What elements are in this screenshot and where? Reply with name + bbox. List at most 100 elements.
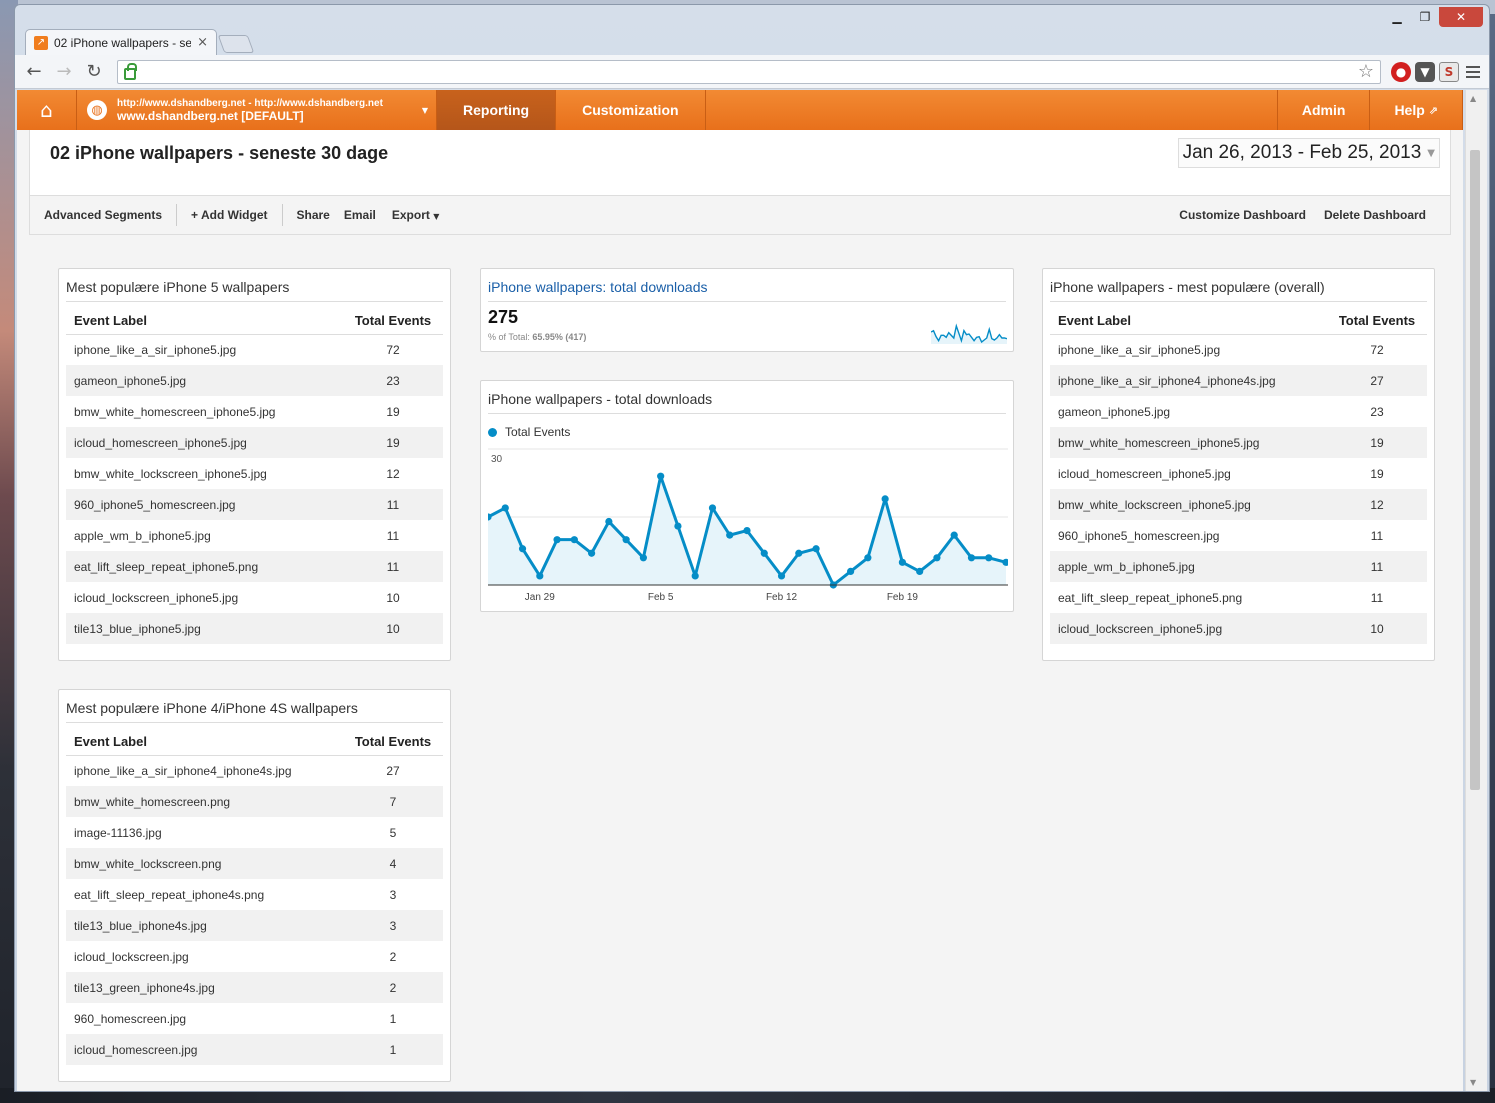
event-label-cell[interactable]: tile13_blue_iphone4s.jpg xyxy=(66,910,343,941)
event-label-cell[interactable]: tile13_green_iphone4s.jpg xyxy=(66,972,343,1003)
event-label-cell[interactable]: 960_iphone5_homescreen.jpg xyxy=(1050,520,1327,551)
pocket-extension-icon[interactable]: ▼ xyxy=(1415,61,1435,82)
event-label-cell[interactable]: bmw_white_homescreen.png xyxy=(66,786,343,817)
event-label-cell[interactable]: bmw_white_lockscreen_iphone5.jpg xyxy=(66,458,343,489)
table-row[interactable]: tile13_blue_iphone5.jpg 10 xyxy=(66,613,443,644)
table-row[interactable]: icloud_homescreen_iphone5.jpg 19 xyxy=(66,427,443,458)
table-row[interactable]: icloud_lockscreen_iphone5.jpg 10 xyxy=(66,582,443,613)
table-row[interactable]: gameon_iphone5.jpg 23 xyxy=(66,365,443,396)
table-row[interactable]: iphone_like_a_sir_iphone4_iphone4s.jpg 27 xyxy=(1050,365,1427,396)
column-header-label[interactable]: Event Label xyxy=(66,308,343,334)
table-row[interactable]: icloud_lockscreen_iphone5.jpg 10 xyxy=(1050,613,1427,644)
stop-extension-icon[interactable]: ● xyxy=(1391,61,1411,82)
scroll-up-icon[interactable]: ▲ xyxy=(1470,94,1476,103)
table-row[interactable]: eat_lift_sleep_repeat_iphone5.png 11 xyxy=(1050,582,1427,613)
table-row[interactable]: iphone_like_a_sir_iphone5.jpg 72 xyxy=(66,334,443,365)
forward-icon[interactable]: → xyxy=(51,59,77,85)
event-label-cell[interactable]: icloud_lockscreen_iphone5.jpg xyxy=(1050,613,1327,644)
maximize-icon[interactable]: ❐ xyxy=(1411,7,1439,27)
event-label-cell[interactable]: iphone_like_a_sir_iphone4_iphone4s.jpg xyxy=(66,755,343,786)
table-row[interactable]: icloud_lockscreen.jpg 2 xyxy=(66,941,443,972)
email-button[interactable]: Email xyxy=(336,208,384,222)
event-label-cell[interactable]: icloud_lockscreen.jpg xyxy=(66,941,343,972)
table-row[interactable]: apple_wm_b_iphone5.jpg 11 xyxy=(66,520,443,551)
event-label-cell[interactable]: icloud_homescreen.jpg xyxy=(66,1034,343,1065)
tab-admin[interactable]: Admin xyxy=(1278,90,1371,130)
event-label-cell[interactable]: gameon_iphone5.jpg xyxy=(1050,396,1327,427)
widget-title[interactable]: Mest populære iPhone 5 wallpapers xyxy=(66,269,443,302)
share-button[interactable]: Share xyxy=(283,208,336,222)
table-row[interactable]: bmw_white_homescreen_iphone5.jpg 19 xyxy=(1050,427,1427,458)
bookmark-star-icon[interactable]: ☆ xyxy=(1358,61,1374,82)
s-extension-icon[interactable]: S xyxy=(1439,61,1459,82)
scroll-down-icon[interactable]: ▼ xyxy=(1470,1078,1476,1087)
scroll-thumb[interactable] xyxy=(1470,150,1480,790)
table-row[interactable]: bmw_white_lockscreen_iphone5.jpg 12 xyxy=(66,458,443,489)
event-label-cell[interactable]: 960_homescreen.jpg xyxy=(66,1003,343,1034)
table-row[interactable]: gameon_iphone5.jpg 23 xyxy=(1050,396,1427,427)
home-button[interactable]: ⌂ xyxy=(17,90,77,130)
table-row[interactable]: 960_iphone5_homescreen.jpg 11 xyxy=(1050,520,1427,551)
widget-title[interactable]: Mest populære iPhone 4/iPhone 4S wallpap… xyxy=(66,690,443,723)
column-header-value[interactable]: Total Events xyxy=(1327,308,1427,334)
table-row[interactable]: bmw_white_homescreen_iphone5.jpg 19 xyxy=(66,396,443,427)
event-label-cell[interactable]: 960_iphone5_homescreen.jpg xyxy=(66,489,343,520)
event-label-cell[interactable]: bmw_white_homescreen_iphone5.jpg xyxy=(66,396,343,427)
browser-tab[interactable]: ↗ 02 iPhone wallpapers - sen × xyxy=(25,29,217,55)
table-row[interactable]: bmw_white_lockscreen.png 4 xyxy=(66,848,443,879)
reload-icon[interactable]: ↻ xyxy=(81,59,107,85)
table-row[interactable]: icloud_homescreen.jpg 1 xyxy=(66,1034,443,1065)
event-label-cell[interactable]: iphone_like_a_sir_iphone4_iphone4s.jpg xyxy=(1050,365,1327,396)
vertical-scrollbar[interactable]: ▲ ▼ xyxy=(1465,90,1487,1091)
event-label-cell[interactable]: gameon_iphone5.jpg xyxy=(66,365,343,396)
event-label-cell[interactable]: iphone_like_a_sir_iphone5.jpg xyxy=(1050,334,1327,365)
column-header-value[interactable]: Total Events xyxy=(343,729,443,755)
table-row[interactable]: eat_lift_sleep_repeat_iphone5.png 11 xyxy=(66,551,443,582)
event-label-cell[interactable]: icloud_lockscreen_iphone5.jpg xyxy=(66,582,343,613)
window-close-icon[interactable]: ✕ xyxy=(1439,7,1483,27)
widget-title[interactable]: iPhone wallpapers - total downloads xyxy=(488,381,1006,414)
table-row[interactable]: iphone_like_a_sir_iphone5.jpg 72 xyxy=(1050,334,1427,365)
event-label-cell[interactable]: bmw_white_lockscreen_iphone5.jpg xyxy=(1050,489,1327,520)
delete-dashboard-button[interactable]: Delete Dashboard xyxy=(1315,208,1450,222)
event-label-cell[interactable]: bmw_white_lockscreen.png xyxy=(66,848,343,879)
event-label-cell[interactable]: eat_lift_sleep_repeat_iphone5.png xyxy=(1050,582,1327,613)
event-label-cell[interactable]: iphone_like_a_sir_iphone5.jpg xyxy=(66,334,343,365)
table-row[interactable]: tile13_blue_iphone4s.jpg 3 xyxy=(66,910,443,941)
table-row[interactable]: 960_iphone5_homescreen.jpg 11 xyxy=(66,489,443,520)
table-row[interactable]: 960_homescreen.jpg 1 xyxy=(66,1003,443,1034)
table-row[interactable]: icloud_homescreen_iphone5.jpg 19 xyxy=(1050,458,1427,489)
table-row[interactable]: bmw_white_homescreen.png 7 xyxy=(66,786,443,817)
address-bar[interactable]: ☆ xyxy=(117,59,1381,84)
profile-selector[interactable]: ◍ http://www.dshandberg.net - http://www… xyxy=(77,90,437,130)
widget-title[interactable]: iPhone wallpapers - mest populære (overa… xyxy=(1050,269,1427,302)
event-label-cell[interactable]: eat_lift_sleep_repeat_iphone5.png xyxy=(66,551,343,582)
column-header-label[interactable]: Event Label xyxy=(1050,308,1327,334)
event-label-cell[interactable]: tile13_blue_iphone5.jpg xyxy=(66,613,343,644)
table-row[interactable]: tile13_green_iphone4s.jpg 2 xyxy=(66,972,443,1003)
column-header-value[interactable]: Total Events xyxy=(343,308,443,334)
column-header-label[interactable]: Event Label xyxy=(66,729,343,755)
event-label-cell[interactable]: apple_wm_b_iphone5.jpg xyxy=(66,520,343,551)
event-label-cell[interactable]: icloud_homescreen_iphone5.jpg xyxy=(1050,458,1327,489)
table-row[interactable]: bmw_white_lockscreen_iphone5.jpg 12 xyxy=(1050,489,1427,520)
event-label-cell[interactable]: bmw_white_homescreen_iphone5.jpg xyxy=(1050,427,1327,458)
tab-reporting[interactable]: Reporting xyxy=(437,90,557,130)
event-label-cell[interactable]: icloud_homescreen_iphone5.jpg xyxy=(66,427,343,458)
event-label-cell[interactable]: image-11136.jpg xyxy=(66,817,343,848)
add-widget-button[interactable]: + Add Widget xyxy=(177,208,281,222)
tab-customization[interactable]: Customization xyxy=(556,90,706,130)
minimize-icon[interactable]: ▁ xyxy=(1383,7,1411,27)
table-row[interactable]: iphone_like_a_sir_iphone4_iphone4s.jpg 27 xyxy=(66,755,443,786)
table-row[interactable]: apple_wm_b_iphone5.jpg 11 xyxy=(1050,551,1427,582)
table-row[interactable]: image-11136.jpg 5 xyxy=(66,817,443,848)
tab-close-icon[interactable]: × xyxy=(197,35,208,50)
export-button[interactable]: Export ▼ xyxy=(384,208,454,222)
customize-dashboard-button[interactable]: Customize Dashboard xyxy=(1165,208,1315,222)
new-tab-button[interactable] xyxy=(217,35,255,53)
event-label-cell[interactable]: apple_wm_b_iphone5.jpg xyxy=(1050,551,1327,582)
date-range-picker[interactable]: Jan 26, 2013 - Feb 25, 2013 ▼ xyxy=(1177,138,1440,168)
advanced-segments-button[interactable]: Advanced Segments xyxy=(30,208,176,222)
tab-help[interactable]: Help ⇗ xyxy=(1370,90,1463,130)
menu-icon[interactable] xyxy=(1463,62,1483,82)
